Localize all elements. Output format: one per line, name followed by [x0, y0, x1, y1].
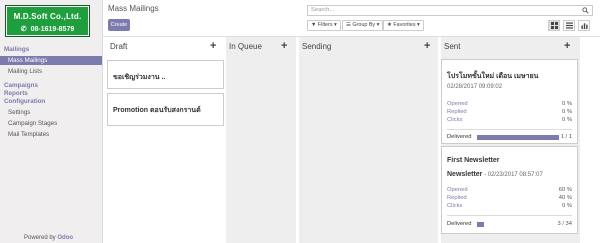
list-view-icon — [565, 22, 573, 29]
add-card-icon[interactable]: + — [424, 41, 430, 52]
list-view-button[interactable] — [563, 20, 575, 31]
delivered-progress: Delivered 3 / 34 — [447, 221, 572, 229]
powered-by: Powered by Odoo — [24, 235, 73, 241]
graph-view-icon — [580, 23, 588, 29]
stat-value: 0 % — [562, 101, 572, 107]
stat-opened: Opened 0 % — [447, 101, 572, 109]
page-title: Mass Mailings — [108, 4, 159, 13]
menu-item-mailing-lists[interactable]: Mailing Lists — [0, 67, 102, 76]
card-subtitle-name: Newsletter — [447, 171, 483, 178]
logo-company-name: M.D.Soft Co.,Ltd. — [13, 12, 82, 21]
stat-opened: Opened 60 % — [447, 187, 572, 195]
caret-down-icon: ▾ — [376, 22, 380, 28]
divider — [447, 215, 572, 216]
add-card-icon[interactable]: + — [210, 41, 216, 52]
column-title: Draft — [110, 42, 128, 51]
menu-item-mass-mailings[interactable]: Mass Mailings — [0, 56, 102, 65]
filters-button[interactable]: ▼ Filters ▾ — [307, 20, 341, 31]
card-title: โปรโมทขั้นใหม่ เดือน เมษายน — [447, 73, 539, 80]
add-card-icon[interactable]: + — [281, 41, 287, 52]
delivered-value: 1 / 1 — [560, 134, 572, 140]
kanban-column-sent: Sent + โปรโมทขั้นใหม่ เดือน เมษายน 02/28… — [441, 37, 580, 243]
stat-label: Replied — [447, 109, 467, 115]
caret-down-icon: ▾ — [417, 22, 420, 28]
delivered-label: Delivered — [447, 134, 472, 140]
card-date: - 02/23/2017 08:57:07 — [482, 172, 543, 178]
kanban-card[interactable]: Promotion ตอนรับสงกรานต์ — [107, 93, 224, 126]
kanban-board: Draft + ขอเชิญร่วมงาน .. Promotion ตอนรั… — [103, 36, 600, 243]
column-title: In Queue — [229, 42, 262, 51]
kanban-view-icon — [550, 22, 558, 29]
phone-icon: ✆ — [20, 26, 27, 33]
progress-fill — [477, 222, 485, 227]
card-title: Promotion ตอนรับสงกรานต์ — [113, 107, 201, 114]
sidebar: M.D.Soft Co.,Ltd. ✆ 08-1619-8579 Mailings… — [0, 0, 103, 243]
odoo-link[interactable]: Odoo — [57, 235, 73, 241]
progress-fill — [477, 135, 559, 140]
kanban-column-sending: Sending + — [299, 37, 438, 243]
favorites-button[interactable]: ★ Favorites ▾ — [383, 20, 424, 31]
stat-replied: Replied 40 % — [447, 195, 572, 203]
stat-clicks: Clicks 0 % — [447, 203, 572, 211]
group-by-icon: ☰ — [346, 22, 351, 28]
menu-item-mail-templates[interactable]: Mail Templates — [0, 130, 102, 139]
column-title: Sent — [444, 42, 461, 51]
kanban-card[interactable]: First Newsletter Newsletter - 02/23/2017… — [441, 146, 578, 234]
menu-section-configuration[interactable]: Configuration — [4, 98, 45, 105]
stat-value: 0 % — [562, 109, 572, 115]
menu-item-campaign-stages[interactable]: Campaign Stages — [0, 119, 102, 128]
stat-label: Clicks — [447, 117, 463, 123]
search-input[interactable]: Search... — [307, 5, 593, 16]
favorites-label: Favorites — [393, 22, 416, 28]
stat-value: 0 % — [562, 203, 572, 209]
progress-track — [477, 135, 559, 140]
stat-label: Clicks — [447, 203, 463, 209]
card-title: First Newsletter — [447, 157, 500, 164]
delivered-progress: Delivered 1 / 1 — [447, 134, 572, 142]
logo-phone: ✆ 08-1619-8579 — [6, 25, 89, 33]
stat-value: 40 % — [558, 195, 572, 201]
group-by-button[interactable]: ☰ Group By ▾ — [342, 20, 384, 31]
kanban-column-in-queue: In Queue + — [226, 37, 296, 243]
kanban-column-draft: Draft + ขอเชิญร่วมงาน .. Promotion ตอนรั… — [107, 37, 224, 243]
stat-label: Opened — [447, 187, 468, 193]
company-logo[interactable]: M.D.Soft Co.,Ltd. ✆ 08-1619-8579 — [5, 5, 90, 37]
delivered-label: Delivered — [447, 221, 472, 227]
divider — [447, 129, 572, 130]
column-title: Sending — [302, 42, 332, 51]
menu-section-reports[interactable]: Reports — [4, 90, 28, 97]
card-title: ขอเชิญร่วมงาน .. — [113, 74, 166, 81]
kanban-view-button[interactable] — [548, 20, 560, 31]
menu-item-settings[interactable]: Settings — [0, 108, 102, 117]
stat-replied: Replied 0 % — [447, 109, 572, 117]
stat-label: Replied — [447, 195, 467, 201]
logo-phone-number: 08-1619-8579 — [30, 26, 75, 33]
filter-icon: ▼ — [311, 22, 317, 28]
graph-view-button[interactable] — [578, 20, 590, 31]
group-by-label: Group By — [352, 22, 376, 28]
stat-value: 0 % — [562, 117, 572, 123]
card-date: 02/28/2017 09:09:02 — [447, 84, 503, 90]
star-icon: ★ — [387, 22, 392, 28]
card-subtitle: Newsletter - 02/23/2017 08:57:07 — [447, 171, 543, 178]
menu-section-mailings[interactable]: Mailings — [4, 46, 29, 53]
delivered-value: 3 / 34 — [557, 221, 572, 227]
caret-down-icon: ▾ — [334, 22, 337, 28]
kanban-card[interactable]: โปรโมทขั้นใหม่ เดือน เมษายน 02/28/2017 0… — [441, 59, 578, 144]
search-placeholder: Search... — [311, 7, 335, 13]
stat-label: Opened — [447, 101, 468, 107]
kanban-card[interactable]: ขอเชิญร่วมงาน .. — [107, 60, 224, 89]
add-card-icon[interactable]: + — [564, 41, 570, 52]
filters-label: Filters — [317, 22, 333, 28]
stat-clicks: Clicks 0 % — [447, 117, 572, 125]
menu-section-campaigns[interactable]: Campaigns — [4, 82, 38, 89]
search-icon[interactable] — [582, 7, 589, 14]
powered-by-text: Powered by — [24, 235, 58, 241]
progress-track — [477, 222, 559, 227]
stat-value: 60 % — [558, 187, 572, 193]
create-button[interactable]: Create — [108, 19, 130, 31]
